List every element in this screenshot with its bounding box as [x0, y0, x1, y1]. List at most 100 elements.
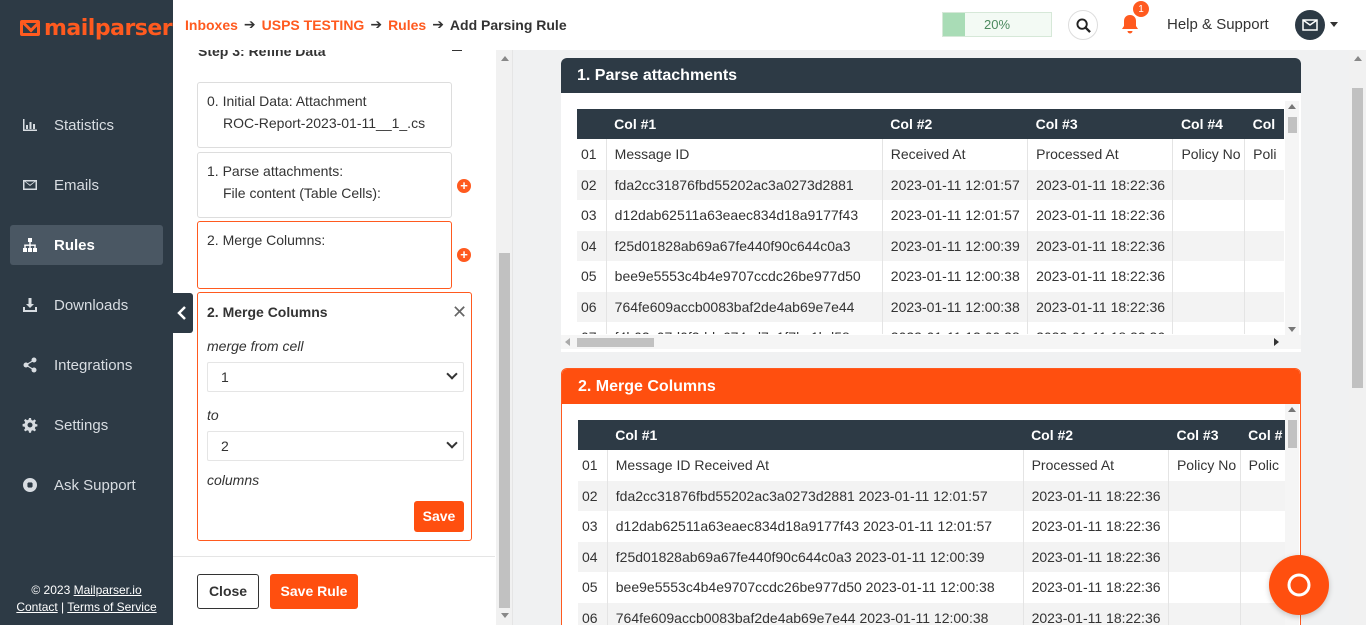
sidebar-item-statistics[interactable]: Statistics — [10, 105, 163, 145]
table-cell: 2023-01-11 18:22:36 — [1022, 602, 1169, 625]
mailparser-link[interactable]: Mailparser.io — [74, 583, 142, 597]
sidebar-item-downloads[interactable]: Downloads — [10, 285, 163, 325]
close-icon[interactable]: ✕ — [452, 302, 467, 323]
table-cell — [1167, 572, 1241, 603]
chevron-left-icon — [176, 306, 186, 320]
save-button[interactable]: Save — [414, 501, 464, 532]
scroll-up-icon[interactable] — [1288, 407, 1296, 412]
scroll-right-icon[interactable] — [1274, 338, 1279, 346]
table-cell: fda2cc31876fbd55202ac3a0273d2881 2023-01… — [606, 480, 1024, 511]
scroll-down-icon[interactable] — [501, 613, 509, 618]
table-row: 05 bee9e5553c4b4e9707ccdc26be977d50 2023… — [577, 261, 1284, 292]
step-parse-attachments[interactable]: 1. Parse attachments: File content (Tabl… — [197, 152, 452, 218]
step-parse-label: 1. Parse attachments: — [207, 163, 344, 179]
sidebar-item-emails[interactable]: Emails — [10, 165, 163, 205]
merge-to-label: to — [207, 407, 219, 423]
sidebar-item-rules[interactable]: Rules — [10, 225, 163, 265]
caret-down-icon[interactable] — [1330, 22, 1338, 27]
logo-text: mailparser — [44, 15, 173, 41]
chevron-down-icon — [446, 368, 458, 380]
rule-steps-panel: Step 3: Refine Data 0. Initial Data: Att… — [173, 50, 513, 625]
sidebar-footer: © 2023 Mailparser.io Contact | Terms of … — [0, 582, 173, 616]
merge-columns-card: 2. Merge Columns Col #1 Col #2 Col #3 Co… — [561, 368, 1301, 625]
table-cell: Policy No — [1167, 450, 1241, 481]
table-vertical-scrollbar[interactable] — [1285, 101, 1299, 335]
table-header: Col #1 — [607, 420, 1024, 450]
table-cell — [1167, 541, 1241, 572]
sidebar-item-label: Downloads — [54, 296, 129, 314]
breadcrumb-inboxes[interactable]: Inboxes — [185, 17, 238, 33]
scrollbar-thumb[interactable] — [1288, 117, 1297, 133]
table-cell: 2023-01-11 18:22:36 — [1022, 480, 1169, 511]
sidebar-item-label: Rules — [54, 236, 95, 254]
table-cell: Poli — [1244, 139, 1284, 170]
table-row: 02 fda2cc31876fbd55202ac3a0273d2881 2023… — [578, 480, 1285, 511]
merge-from-label: merge from cell — [207, 338, 304, 354]
sidebar-collapse-button[interactable] — [170, 293, 193, 333]
scrollbar-thumb[interactable] — [1288, 420, 1297, 448]
step-initial-data[interactable]: 0. Initial Data: Attachment ROC-Report-2… — [197, 82, 452, 148]
table-cell: Message ID Received At — [606, 450, 1024, 481]
table-cell: bee9e5553c4b4e9707ccdc26be977d50 2023-01… — [606, 572, 1024, 603]
sidebar-nav: Statistics Emails Rules Downloads Integr… — [10, 105, 163, 525]
step-merge-columns[interactable]: 2. Merge Columns: — [197, 221, 452, 289]
table-cell: 2023-01-11 18:22:36 — [1027, 291, 1173, 322]
sidebar-item-settings[interactable]: Settings — [10, 405, 163, 445]
merge-from-select[interactable]: 1 — [207, 362, 464, 392]
page-scrollbar[interactable] — [1349, 50, 1366, 625]
merge-to-select[interactable]: 2 — [207, 431, 464, 461]
table-cell — [1167, 480, 1241, 511]
close-button[interactable]: Close — [197, 574, 259, 609]
table-row: 04 f25d01828ab69a67fe440f90c644c0a3 2023… — [577, 230, 1284, 261]
chat-support-button[interactable] — [1269, 555, 1329, 615]
scroll-left-icon[interactable] — [565, 338, 570, 346]
table-cell: 2023-01-11 12:01:57 — [881, 200, 1028, 231]
table-header — [578, 420, 608, 450]
table-cell — [1244, 322, 1284, 334]
scrollbar-thumb[interactable] — [577, 338, 654, 347]
table-horizontal-scrollbar[interactable] — [561, 335, 1301, 349]
help-support-link[interactable]: Help & Support — [1167, 16, 1269, 33]
table-row: 05 bee9e5553c4b4e9707ccdc26be977d50 2023… — [578, 572, 1285, 603]
table-cell — [1244, 230, 1284, 261]
table-cell: 2023-01-11 18:22:36 — [1022, 511, 1169, 542]
scroll-up-icon[interactable] — [501, 56, 509, 61]
add-step-icon[interactable]: + — [457, 179, 471, 193]
scroll-up-icon[interactable] — [1354, 56, 1362, 61]
arrow-right-icon: ➔ — [370, 16, 383, 32]
support-icon — [22, 477, 38, 493]
avatar[interactable] — [1295, 10, 1325, 40]
setup-progress-bar[interactable]: 20% — [942, 12, 1052, 37]
parse-table: Col #1 Col #2 Col #3 Col #4 Col 01 Messa… — [577, 109, 1284, 334]
breadcrumb-inbox[interactable]: USPS TESTING — [262, 17, 365, 33]
merge-table: Col #1 Col #2 Col #3 Col # 01 Message ID… — [578, 420, 1285, 625]
table-row: 07 f4b02c07d0f2dde674cd7e1f7bc1bd58 2023… — [577, 322, 1284, 334]
scrollbar-thumb[interactable] — [1352, 88, 1363, 388]
sidebar-item-ask-support[interactable]: Ask Support — [10, 465, 163, 505]
table-cell: Processed At — [1022, 450, 1169, 481]
table-cell: 2023-01-11 12:00:38 — [881, 322, 1028, 334]
step-initial-filename: ROC-Report-2023-01-11__1_.cs — [223, 115, 426, 131]
scrollbar-thumb[interactable] — [499, 253, 510, 608]
table-row: 02 fda2cc31876fbd55202ac3a0273d2881 2023… — [577, 169, 1284, 200]
minimize-icon[interactable] — [452, 50, 462, 51]
breadcrumb-rules[interactable]: Rules — [388, 17, 426, 33]
contact-link[interactable]: Contact — [16, 600, 57, 614]
table-cell — [1244, 261, 1284, 292]
search-button[interactable] — [1068, 10, 1098, 40]
sidebar-item-label: Integrations — [54, 356, 133, 374]
scroll-down-icon[interactable] — [1288, 327, 1296, 332]
merge-form-title: 2. Merge Columns — [207, 304, 328, 320]
merge-columns-form: 2. Merge Columns ✕ merge from cell 1 to … — [197, 292, 472, 541]
table-row: 04 f25d01828ab69a67fe440f90c644c0a3 2023… — [578, 541, 1285, 572]
terms-link[interactable]: Terms of Service — [67, 600, 156, 614]
share-icon — [22, 357, 38, 373]
mailparser-logo[interactable]: mailparser — [20, 15, 173, 41]
sidebar-item-integrations[interactable]: Integrations — [10, 345, 163, 385]
progress-label: 20% — [983, 17, 1011, 32]
add-step-icon[interactable]: + — [457, 248, 471, 262]
save-rule-button[interactable]: Save Rule — [270, 574, 358, 609]
scroll-up-icon[interactable] — [1288, 104, 1296, 109]
panel-scrollbar[interactable] — [496, 50, 512, 625]
table-cell — [1244, 291, 1284, 322]
